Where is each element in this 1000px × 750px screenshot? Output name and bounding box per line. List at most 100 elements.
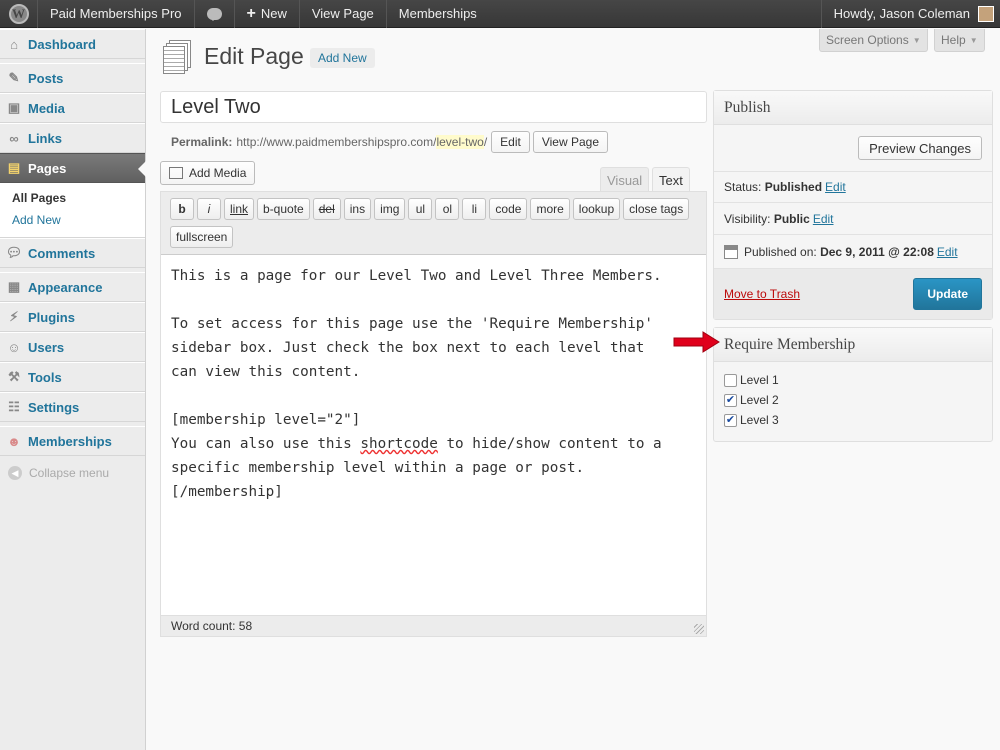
menu-label: Links (28, 130, 62, 146)
require-membership-title[interactable]: Require Membership (714, 328, 992, 362)
menu-settings[interactable]: ☷ Settings (0, 392, 145, 422)
menu-label: Posts (28, 70, 64, 86)
edit-visibility-link[interactable]: Edit (813, 212, 834, 226)
published-on-row: Published on: Dec 9, 2011 @ 22:08 Edit (714, 235, 992, 269)
tab-text[interactable]: Text (652, 167, 690, 192)
content-line: sidebar box. Just check the box next to … (171, 340, 645, 356)
menu-posts[interactable]: ✎ Posts (0, 63, 145, 93)
qt-ol-button[interactable]: ol (435, 198, 460, 220)
level-1-checkbox-row[interactable]: Level 1 (714, 370, 992, 390)
visibility-value: Public (773, 211, 810, 226)
menu-dashboard[interactable]: ⌂ Dashboard (0, 29, 145, 59)
tab-visual[interactable]: Visual (600, 167, 650, 192)
menu-label: Pages (28, 160, 67, 176)
screen-options-tab[interactable]: Screen Options ▼ (819, 29, 928, 52)
qt-img-button[interactable]: img (374, 198, 406, 220)
level-3-checkbox[interactable]: ✔ (724, 413, 737, 427)
level-2-checkbox-row[interactable]: ✔ Level 2 (714, 390, 992, 410)
menu-label: Dashboard (28, 36, 96, 52)
menu-label: Appearance (28, 279, 103, 295)
view-page-link[interactable]: View Page (300, 0, 387, 28)
media-icon: ▣ (7, 100, 21, 115)
misspelled-word: shortcode (360, 436, 438, 452)
content-line: [/membership] (171, 484, 283, 500)
content-line (171, 384, 696, 408)
site-name-link[interactable]: Paid Memberships Pro (38, 0, 195, 28)
my-account-menu[interactable]: Howdy, Jason Coleman (820, 0, 1000, 28)
content-line (171, 288, 696, 312)
require-membership-box: Require Membership Level 1 ✔ Level 2 ✔ Lev… (713, 327, 993, 442)
qt-bold-button[interactable]: b (170, 198, 194, 220)
settings-icon: ☷ (8, 399, 20, 414)
memberships-link[interactable]: Memberships (387, 0, 489, 28)
qt-more-button[interactable]: more (530, 198, 570, 220)
menu-users[interactable]: ☺ Users (0, 332, 145, 362)
new-content-label: New (260, 6, 287, 21)
resize-handle-icon[interactable] (694, 624, 704, 634)
page-title: Edit Page (204, 43, 304, 69)
submenu-add-new[interactable]: Add New (0, 209, 145, 231)
menu-label: Tools (28, 369, 62, 385)
qt-italic-button[interactable]: i (197, 198, 221, 220)
menu-pages[interactable]: ▤ Pages (0, 153, 146, 183)
collapse-arrow-icon: ◀ (8, 466, 22, 480)
move-to-trash-link[interactable]: Move to Trash (724, 287, 800, 301)
qt-close-tags-button[interactable]: close tags (623, 198, 690, 220)
add-media-button[interactable]: Add Media (160, 161, 256, 185)
status-row: Status: Published Edit (714, 171, 992, 203)
level-2-checkbox[interactable]: ✔ (724, 393, 737, 407)
content-textarea[interactable]: This is a page for our Level Two and Lev… (161, 255, 706, 615)
avatar (978, 5, 994, 22)
howdy-text: Howdy, Jason Coleman (833, 6, 970, 21)
link-icon: ∞ (9, 130, 19, 146)
menu-label: Settings (28, 399, 80, 415)
menu-plugins[interactable]: ⚡︎ Plugins (0, 302, 145, 332)
qt-fullscreen-button[interactable]: fullscreen (170, 226, 234, 248)
status-label: Status: (724, 180, 762, 194)
level-1-checkbox[interactable] (724, 373, 737, 387)
menu-label: Users (28, 339, 65, 355)
qt-ul-button[interactable]: ul (408, 198, 433, 220)
content-line-with-spellcheck: You can also use this shortcode to hide/… (171, 432, 696, 456)
content-editor: b i link b-quote del ins img ul ol li co… (160, 191, 707, 637)
new-content-button[interactable]: + New (235, 0, 300, 28)
qt-del-button[interactable]: del (312, 198, 341, 220)
publish-box-title[interactable]: Publish (714, 91, 992, 125)
menu-comments[interactable]: 💬︎ Comments (0, 238, 145, 268)
qt-code-button[interactable]: code (489, 198, 528, 220)
qt-ins-button[interactable]: ins (343, 198, 372, 220)
menu-links[interactable]: ∞ Links (0, 123, 145, 153)
edit-slug-button[interactable]: Edit (491, 131, 530, 153)
qt-link-button[interactable]: link (224, 198, 255, 220)
edit-status-link[interactable]: Edit (825, 180, 846, 194)
view-page-button[interactable]: View Page (532, 131, 608, 153)
menu-media[interactable]: ▣ Media (0, 93, 145, 123)
edit-date-link[interactable]: Edit (937, 245, 958, 259)
menu-appearance[interactable]: ▦ Appearance (0, 272, 145, 302)
edit-pages-icon (163, 40, 193, 74)
comments-bubble-icon[interactable] (195, 0, 235, 28)
collapse-menu-button[interactable]: ◀ Collapse menu (0, 456, 145, 490)
update-button[interactable]: Update (913, 278, 982, 310)
qt-blockquote-button[interactable]: b-quote (257, 198, 310, 220)
help-tab[interactable]: Help ▼ (934, 29, 985, 52)
collapse-label: Collapse menu (29, 466, 110, 480)
tools-icon: ⚒ (8, 369, 20, 384)
post-title-input[interactable]: Level Two (160, 91, 707, 123)
level-3-checkbox-row[interactable]: ✔ Level 3 (714, 410, 992, 430)
content-line: To set access for this page use the 'Req… (171, 316, 654, 332)
wordpress-logo-icon[interactable]: W (0, 0, 38, 28)
qt-lookup-button[interactable]: lookup (572, 198, 621, 220)
menu-memberships[interactable]: ☻ Memberships (0, 426, 145, 456)
published-label: Published on: (744, 244, 817, 259)
submenu-all-pages[interactable]: All Pages (0, 187, 145, 209)
preview-changes-button[interactable]: Preview Changes (858, 136, 982, 160)
qt-li-button[interactable]: li (462, 198, 487, 220)
menu-tools[interactable]: ⚒ Tools (0, 362, 145, 392)
memberships-icon: ☻ (7, 433, 21, 449)
content-text: to hide/show content to a (437, 436, 662, 452)
chevron-down-icon: ▼ (969, 35, 978, 45)
add-new-page-button[interactable]: Add New (310, 48, 375, 68)
visibility-label: Visibility: (724, 211, 771, 226)
permalink-slug[interactable]: level-two (436, 135, 484, 149)
